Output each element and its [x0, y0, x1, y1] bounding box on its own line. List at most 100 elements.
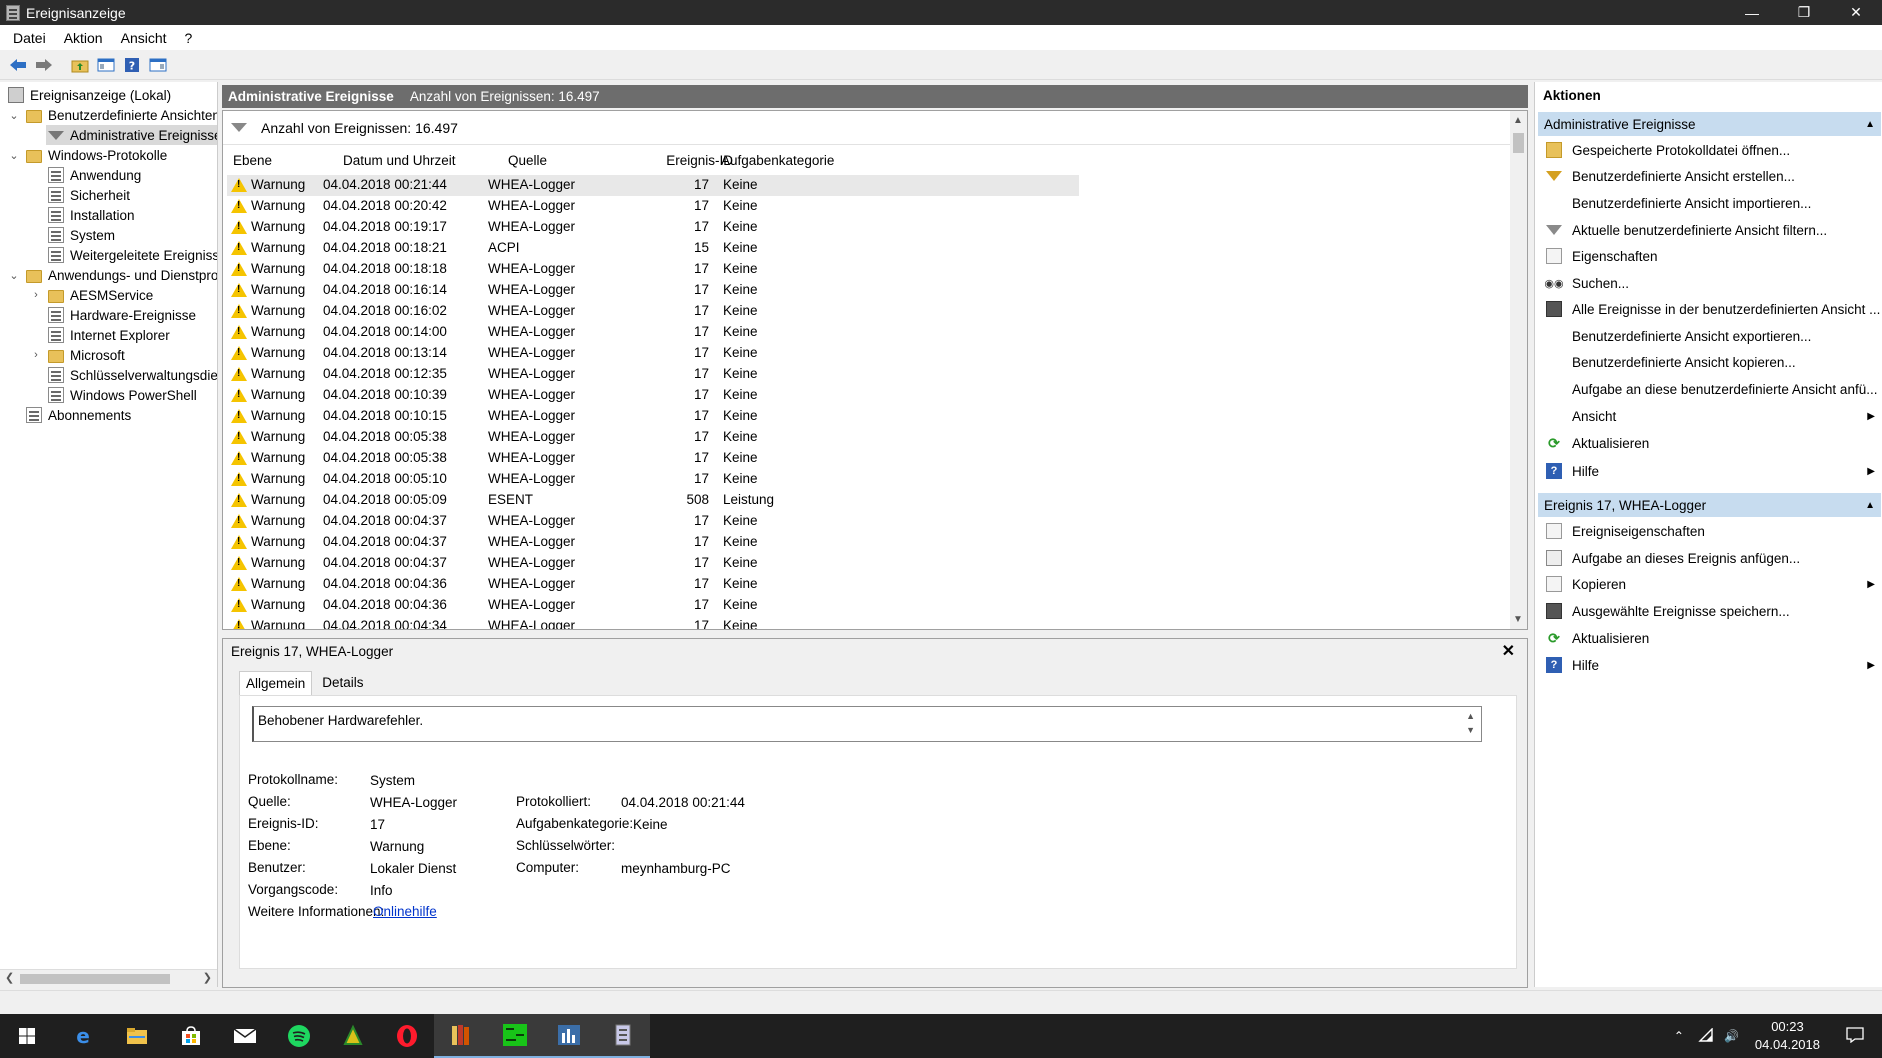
tree-item-administrative-events[interactable]: Administrative Ereignisse — [46, 125, 217, 145]
event-row[interactable]: Warnung 04.04.2018 00:05:10 WHEA-Logger Kei… — [227, 469, 1079, 490]
action-save-selected-events[interactable]: Ausgewählte Ereignisse speichern... — [1538, 598, 1881, 624]
event-row[interactable]: Warnung 04.04.2018 00:12:35 WHEA-Logger Kei… — [227, 364, 1079, 385]
tree-item-key-management[interactable]: Schlüsselverwaltungsdienst — [48, 365, 217, 385]
tree-item-forwarded-events[interactable]: Weitergeleitete Ereignisse — [48, 245, 217, 265]
help-button[interactable]: ? — [120, 53, 144, 77]
collapse-arrow-icon[interactable]: ⌄ — [8, 265, 20, 285]
action-attach-task-to-view[interactable]: Aufgabe an diese benutzerdefinierte Ansi… — [1538, 376, 1881, 402]
menu-help[interactable]: ? — [176, 30, 202, 46]
volume-icon[interactable]: 🔊 — [1724, 1029, 1739, 1043]
event-row[interactable]: Warnung 04.04.2018 00:21:44 WHEA-Logger Kei… — [227, 175, 1079, 196]
taskbar-event-viewer[interactable] — [596, 1014, 650, 1058]
action-open-saved-log[interactable]: Gespeicherte Protokolldatei öffnen... — [1538, 137, 1881, 163]
taskbar-edge[interactable]: e — [56, 1014, 110, 1058]
list-vertical-scrollbar[interactable]: ▲ ▼ — [1510, 111, 1527, 629]
tree-item-security[interactable]: Sicherheit — [48, 185, 130, 205]
taskbar-opera[interactable] — [380, 1014, 434, 1058]
restore-button[interactable]: ❐ — [1778, 0, 1830, 25]
event-row[interactable]: Warnung 04.04.2018 00:19:17 WHEA-Logger Kei… — [227, 217, 1079, 238]
taskbar-app-books[interactable] — [434, 1014, 488, 1058]
taskbar-app-green[interactable] — [488, 1014, 542, 1058]
action-refresh[interactable]: ⟳ Aktualisieren — [1538, 430, 1881, 456]
event-row[interactable]: Warnung 04.04.2018 00:18:21 ACPI Keine 15 — [227, 238, 1079, 259]
section-administrative-events[interactable]: Administrative Ereignisse ▲ — [1538, 112, 1881, 136]
tab-details[interactable]: Details — [316, 671, 369, 695]
tab-allgemein[interactable]: Allgemein — [239, 671, 313, 695]
event-description[interactable]: Behobener Hardwarefehler. ▲ ▼ — [252, 706, 1482, 742]
column-header-level[interactable]: Ebene — [233, 153, 272, 173]
event-row[interactable]: Warnung 04.04.2018 00:04:34 WHEA-Logger Kei… — [227, 616, 1079, 629]
tree-item-application[interactable]: Anwendung — [48, 165, 141, 185]
scrollbar-thumb[interactable] — [20, 974, 170, 984]
show-hide-tree-button[interactable] — [94, 53, 118, 77]
event-row[interactable]: Warnung 04.04.2018 00:04:37 WHEA-Logger Kei… — [227, 553, 1079, 574]
scroll-up-icon[interactable]: ▲ — [1513, 115, 1523, 126]
scroll-right-icon[interactable]: ❯ — [203, 971, 212, 984]
description-scroll-arrows-icon[interactable]: ▲ ▼ — [1466, 709, 1475, 737]
collapse-arrow-icon[interactable]: ⌄ — [8, 105, 20, 125]
online-help-link[interactable]: Onlinehilfe — [373, 904, 437, 919]
event-row[interactable]: Warnung 04.04.2018 00:16:14 WHEA-Logger Kei… — [227, 280, 1079, 301]
close-window-button[interactable]: ✕ — [1830, 0, 1882, 25]
scroll-left-icon[interactable]: ❮ — [5, 971, 14, 984]
event-row[interactable]: Warnung 04.04.2018 00:10:39 WHEA-Logger Kei… — [227, 385, 1079, 406]
tree-item-subscriptions[interactable]: Abonnements — [26, 405, 131, 425]
show-hidden-icons-icon[interactable]: ⌃ — [1674, 1029, 1684, 1043]
collapse-caret-icon[interactable]: ▲ — [1865, 500, 1875, 511]
tree-item-app-service-logs[interactable]: Anwendungs- und Dienstprotokolle — [26, 265, 217, 285]
taskbar-mail[interactable] — [218, 1014, 272, 1058]
action-help-event[interactable]: ? Hilfe ▶ — [1538, 652, 1881, 678]
tree-item-internet-explorer[interactable]: Internet Explorer — [48, 325, 170, 345]
event-row[interactable]: Warnung 04.04.2018 00:20:42 WHEA-Logger Kei… — [227, 196, 1079, 217]
action-event-properties[interactable]: Ereigniseigenschaften — [1538, 518, 1881, 544]
event-row[interactable]: Warnung 04.04.2018 00:04:36 WHEA-Logger Kei… — [227, 574, 1079, 595]
taskbar-explorer[interactable] — [110, 1014, 164, 1058]
taskbar-store[interactable] — [164, 1014, 218, 1058]
event-row[interactable]: Warnung 04.04.2018 00:16:02 WHEA-Logger Kei… — [227, 301, 1079, 322]
tree-item-windows-powershell[interactable]: Windows PowerShell — [48, 385, 197, 405]
action-export-custom-view[interactable]: Benutzerdefinierte Ansicht exportieren..… — [1538, 323, 1881, 349]
scroll-down-icon[interactable]: ▼ — [1513, 614, 1523, 625]
column-header-source[interactable]: Quelle — [508, 153, 547, 173]
menu-ansicht[interactable]: Ansicht — [112, 30, 176, 46]
event-row[interactable]: Warnung 04.04.2018 00:05:09 ESENT Leistung 5… — [227, 490, 1079, 511]
event-row[interactable]: Warnung 04.04.2018 00:13:14 WHEA-Logger Kei… — [227, 343, 1079, 364]
action-copy-custom-view[interactable]: Benutzerdefinierte Ansicht kopieren... — [1538, 349, 1881, 375]
tree-item-custom-views[interactable]: Benutzerdefinierte Ansichten — [26, 105, 217, 125]
action-refresh-event[interactable]: ⟳ Aktualisieren — [1538, 625, 1881, 651]
action-view[interactable]: Ansicht ▶ — [1538, 403, 1881, 429]
tree-item-aesmservice[interactable]: AESMService — [48, 285, 153, 305]
event-row[interactable]: Warnung 04.04.2018 00:10:15 WHEA-Logger Kei… — [227, 406, 1079, 427]
start-button[interactable] — [0, 1014, 54, 1058]
show-action-pane-button[interactable] — [146, 53, 170, 77]
menu-aktion[interactable]: Aktion — [55, 30, 112, 46]
event-row[interactable]: Warnung 04.04.2018 00:04:36 WHEA-Logger Kei… — [227, 595, 1079, 616]
action-properties[interactable]: Eigenschaften — [1538, 243, 1881, 269]
event-row[interactable]: Warnung 04.04.2018 00:04:37 WHEA-Logger Kei… — [227, 511, 1079, 532]
expand-arrow-icon[interactable]: › — [30, 345, 42, 365]
minimize-button[interactable]: — — [1726, 0, 1778, 25]
forward-button[interactable] — [32, 53, 56, 77]
tree-item-hardware-events[interactable]: Hardware-Ereignisse — [48, 305, 196, 325]
up-folder-button[interactable] — [68, 53, 92, 77]
action-attach-task-to-event[interactable]: Aufgabe an dieses Ereignis anfügen... — [1538, 545, 1881, 571]
section-event-17[interactable]: Ereignis 17, WHEA-Logger ▲ — [1538, 493, 1881, 517]
event-row[interactable]: Warnung 04.04.2018 00:18:18 WHEA-Logger Kei… — [227, 259, 1079, 280]
menu-datei[interactable]: Datei — [4, 30, 55, 46]
collapse-caret-icon[interactable]: ▲ — [1865, 119, 1875, 130]
back-button[interactable] — [6, 53, 30, 77]
tree-item-setup[interactable]: Installation — [48, 205, 135, 225]
action-filter-current-view[interactable]: Aktuelle benutzerdefinierte Ansicht filt… — [1538, 217, 1881, 243]
event-row[interactable]: Warnung 04.04.2018 00:05:38 WHEA-Logger Kei… — [227, 448, 1079, 469]
taskbar-app-chart[interactable] — [542, 1014, 596, 1058]
close-detail-icon[interactable]: ✕ — [1502, 641, 1515, 661]
action-copy[interactable]: Kopieren ▶ — [1538, 571, 1881, 597]
taskbar-app-yellow[interactable] — [326, 1014, 380, 1058]
column-header-date[interactable]: Datum und Uhrzeit — [343, 153, 456, 173]
tree-horizontal-scrollbar[interactable]: ❮ ❯ — [0, 969, 217, 987]
scrollbar-thumb[interactable] — [1513, 133, 1524, 153]
clock[interactable]: 00:23 04.04.2018 — [1755, 1018, 1820, 1054]
column-header-task-category[interactable]: Aufgabenkategorie — [721, 153, 834, 173]
event-row[interactable]: Warnung 04.04.2018 00:05:38 WHEA-Logger Kei… — [227, 427, 1079, 448]
action-save-all-events[interactable]: Alle Ereignisse in der benutzerdefiniert… — [1538, 296, 1881, 322]
